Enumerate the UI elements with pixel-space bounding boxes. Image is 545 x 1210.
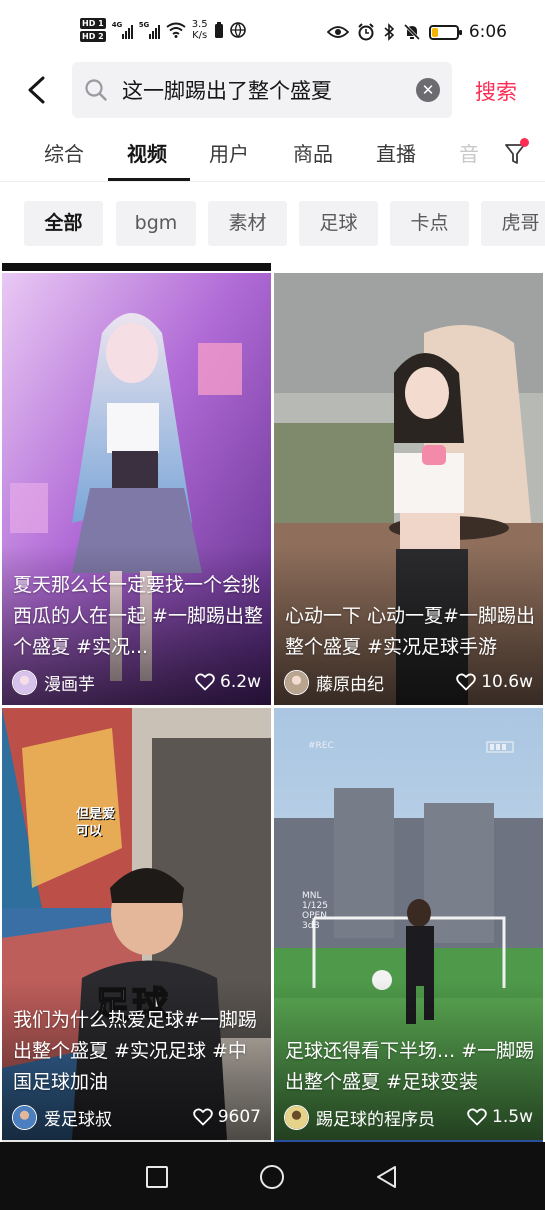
search-row: ✕ 搜索 [0, 62, 545, 118]
chip-all[interactable]: 全部 [24, 201, 103, 246]
search-input[interactable] [122, 75, 402, 105]
video-card[interactable]: 夏天那么长一定要找一个会挑西瓜的人在一起 #一脚踢出整个盛夏 #实况... 漫画… [2, 273, 271, 705]
like-count: 10.6w [456, 672, 533, 692]
like-count: 6.2w [195, 672, 261, 692]
result-type-tabs: 综合 视频 用户 商品 直播 音 [0, 126, 545, 182]
speed-value: 3.5 [191, 19, 208, 30]
tab-video[interactable]: 视频 [127, 138, 167, 167]
chip-bgm[interactable]: bgm [116, 201, 196, 246]
network-type-2: 5G [138, 21, 150, 29]
tab-music[interactable]: 音 [459, 138, 479, 167]
video-card[interactable]: 但是爱可以 足球 我们为什么热爱足球#一脚踢出整个盛夏 #实况足球 #中国足球加… [2, 708, 271, 1140]
filter-chips: 全部 bgm 素材 足球 卡点 虎哥 [0, 201, 545, 247]
hd-indicators: HD 1 HD 2 [80, 18, 106, 42]
video-card[interactable]: 心动一下 心动一夏#一脚踢出整个盛夏 #实况足球手游 藤原由纪 10.6w [274, 273, 543, 705]
active-tab-indicator [108, 178, 190, 181]
bluetooth-icon [384, 23, 394, 41]
video-overlay-caption: 但是爱可以 [76, 807, 116, 839]
avatar [284, 669, 309, 695]
chip-beat-sync[interactable]: 卡点 [390, 201, 469, 246]
video-title: 夏天那么长一定要找一个会挑西瓜的人在一起 #一脚踢出整个盛夏 #实况... [13, 574, 263, 658]
speed-unit: K/s [192, 30, 208, 41]
search-submit-button[interactable]: 搜索 [475, 76, 517, 106]
avatar [284, 1104, 309, 1130]
search-icon [85, 79, 107, 101]
alarm-icon [358, 23, 374, 41]
clock: 6:06 [468, 22, 507, 42]
camera-gain: 3dB [302, 921, 320, 931]
hd2-badge: HD 2 [80, 31, 106, 42]
camera-rec-label: #REC [308, 741, 334, 751]
back-arrow-icon[interactable] [20, 72, 56, 108]
camera-aperture: OPEN [302, 911, 327, 921]
signal-icon: 5G [139, 21, 160, 39]
like-count-value: 6.2w [220, 672, 261, 692]
loading-strip [2, 263, 271, 271]
chip-football[interactable]: 足球 [299, 201, 378, 246]
video-title: 心动一下 心动一夏#一脚踢出整个盛夏 #实况足球手游 [285, 605, 535, 658]
chip-huge[interactable]: 虎哥 [481, 201, 545, 246]
camera-battery-icon [486, 741, 514, 753]
video-card[interactable]: #REC MNL 1/125 OPEN 3dB 足球还得看下半场... #一脚踢… [274, 708, 543, 1140]
search-box[interactable]: ✕ [72, 62, 452, 118]
like-count-value: 1.5w [492, 1107, 533, 1127]
battery-saver-icon [214, 22, 223, 38]
like-count: 1.5w [467, 1107, 533, 1127]
heart-icon [195, 673, 215, 691]
tab-live[interactable]: 直播 [376, 138, 416, 167]
signal-icon: 4G [112, 21, 133, 39]
system-navigation-bar [0, 1142, 545, 1210]
author-name: 踢足球的程序员 [316, 1109, 435, 1130]
tab-products[interactable]: 商品 [293, 138, 333, 167]
author-name: 藤原由纪 [316, 674, 384, 695]
chip-material[interactable]: 素材 [208, 201, 287, 246]
heart-icon [467, 1108, 487, 1126]
avatar [12, 1104, 37, 1130]
status-right: 6:06 [326, 22, 507, 42]
tab-users[interactable]: 用户 [209, 138, 249, 167]
clear-icon[interactable]: ✕ [416, 78, 440, 102]
card-footer: 藤原由纪 10.6w [284, 669, 533, 695]
like-count-value: 10.6w [481, 672, 533, 692]
camera-mode: MNL [302, 891, 322, 901]
like-count: 9607 [192, 1107, 261, 1127]
wifi-icon [166, 22, 186, 38]
card-footer: 爱足球叔 9607 [12, 1104, 261, 1130]
battery-icon [428, 24, 462, 40]
filter-notification-dot [520, 138, 529, 147]
circle-nav-icon[interactable] [259, 1164, 285, 1190]
avatar [12, 669, 37, 695]
camera-info-overlay: MNL 1/125 OPEN 3dB [302, 891, 328, 931]
heart-icon [192, 1108, 213, 1126]
status-left: HD 1 HD 2 4G 5G 3.5 K/s [80, 18, 246, 42]
heart-icon [456, 673, 477, 691]
video-title: 足球还得看下半场... #一脚踢出整个盛夏 #足球变装 [285, 1040, 535, 1093]
author-name: 爱足球叔 [44, 1109, 112, 1130]
square-nav-icon[interactable] [144, 1164, 170, 1190]
like-count-value: 9607 [217, 1107, 261, 1127]
hd1-badge: HD 1 [80, 18, 106, 29]
author-name: 漫画芋 [44, 674, 95, 695]
mute-bell-icon [403, 23, 420, 41]
globe-icon [229, 22, 246, 38]
triangle-back-icon[interactable] [374, 1164, 400, 1190]
battery-fill [431, 27, 438, 37]
eye-icon [326, 26, 349, 38]
status-bar: HD 1 HD 2 4G 5G 3.5 K/s 6:06 [0, 0, 545, 62]
card-footer: 踢足球的程序员 1.5w [284, 1104, 533, 1130]
filter-button[interactable] [503, 138, 529, 166]
network-speed: 3.5 K/s [192, 19, 208, 41]
camera-shutter: 1/125 [302, 901, 328, 911]
video-title: 我们为什么热爱足球#一脚踢出整个盛夏 #实况足球 #中国足球加油 [13, 1009, 257, 1093]
network-type-1: 4G [111, 21, 123, 29]
card-footer: 漫画芋 6.2w [12, 669, 261, 695]
tab-comprehensive[interactable]: 综合 [44, 138, 84, 167]
